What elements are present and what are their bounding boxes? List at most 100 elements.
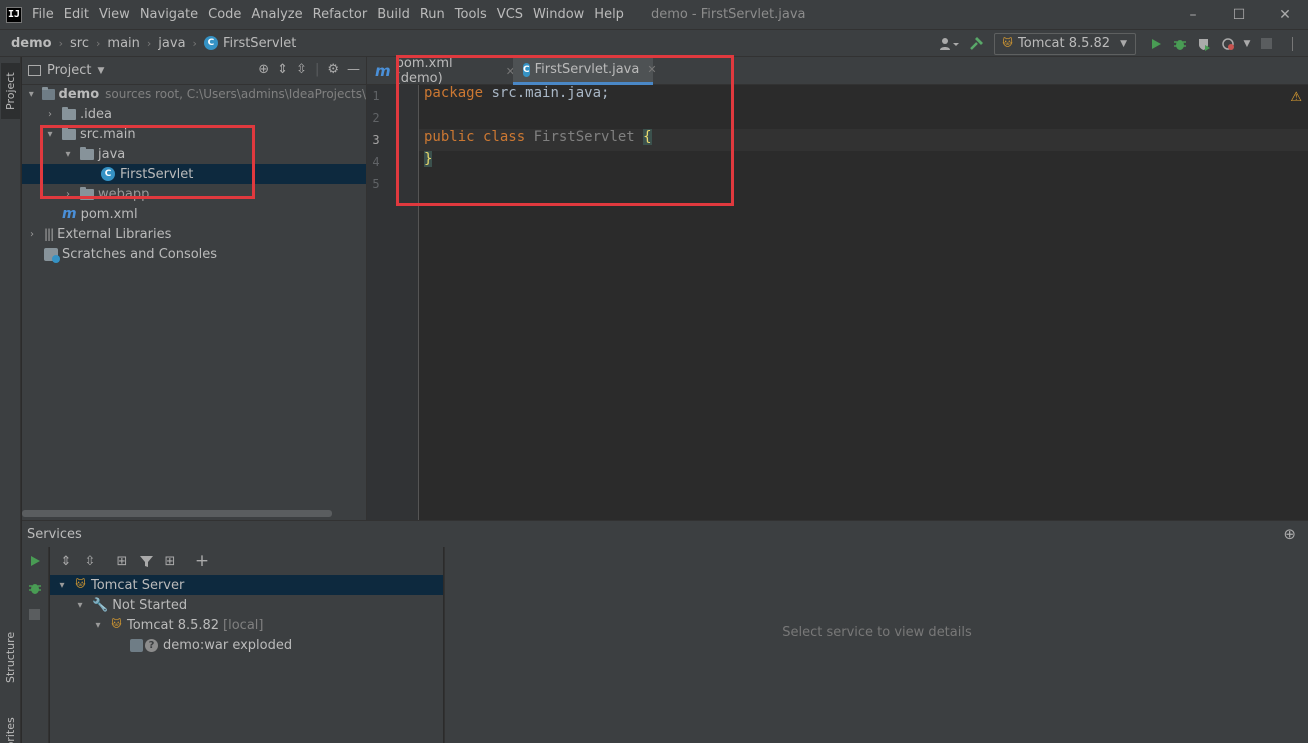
horizontal-scrollbar[interactable] xyxy=(22,510,332,517)
highlight-annotation-box xyxy=(396,55,734,206)
new-tab-icon[interactable]: ⊞ xyxy=(158,550,182,572)
locate-target-icon[interactable]: ⊕ xyxy=(1283,525,1296,543)
project-tab-label: Project xyxy=(4,72,17,110)
collapse-all-icon[interactable]: ⇳ xyxy=(78,550,102,572)
group-by-icon[interactable]: ⊞ xyxy=(110,550,134,572)
chevron-down-icon[interactable]: ▾ xyxy=(26,89,36,100)
services-toolbar: ⇕ ⇳ ⊞ ⊞ + xyxy=(50,547,443,575)
chevron-right-icon[interactable]: › xyxy=(26,229,38,240)
breadcrumb-main[interactable]: main xyxy=(107,36,139,51)
stop-icon[interactable] xyxy=(29,609,40,624)
menu-tools[interactable]: Tools xyxy=(455,7,487,22)
gear-icon[interactable]: ⚙ xyxy=(327,62,339,77)
services-panel-header: Services ⊕ xyxy=(22,520,1308,547)
menu-file[interactable]: File xyxy=(32,7,54,22)
expand-all-icon[interactable]: ⇕ xyxy=(54,550,78,572)
profile-icon[interactable] xyxy=(1216,33,1240,55)
favorites-tab-label: Favorites xyxy=(4,717,17,743)
menu-analyze[interactable]: Analyze xyxy=(251,7,302,22)
breadcrumb-firstservlet[interactable]: FirstServlet xyxy=(223,36,296,51)
service-row-label: Tomcat 8.5.82 xyxy=(127,617,220,633)
maximize-button[interactable]: ☐ xyxy=(1216,0,1262,29)
breadcrumb-src[interactable]: src xyxy=(70,36,89,51)
tree-item-label: demo xyxy=(58,86,100,102)
unknown-status-icon: ? xyxy=(145,638,158,652)
breadcrumb-separator-icon: › xyxy=(146,36,152,50)
service-row-not-started[interactable]: ▾ 🔧 Not Started xyxy=(50,595,443,615)
tomcat-icon: 🐱 xyxy=(111,619,122,630)
chevron-down-icon[interactable]: ▾ xyxy=(74,600,86,611)
run-configuration-select[interactable]: 🐱 Tomcat 8.5.82 ▼ xyxy=(994,32,1136,55)
tomcat-icon: 🐱 xyxy=(1002,37,1013,49)
service-row-tomcat-server[interactable]: ▾ 🐱 Tomcat Server xyxy=(50,575,443,595)
tree-item-external-libraries[interactable]: › ||| External Libraries xyxy=(22,224,366,244)
tree-item-idea[interactable]: › .idea xyxy=(22,104,366,124)
build-hammer-icon[interactable] xyxy=(964,33,988,55)
menu-refactor[interactable]: Refactor xyxy=(313,7,368,22)
service-row-label: Tomcat Server xyxy=(91,577,185,593)
main-toolbar: 🐱 Tomcat 8.5.82 ▼ ▼ xyxy=(934,30,1308,57)
user-account-icon[interactable] xyxy=(934,33,964,55)
menu-code[interactable]: Code xyxy=(208,7,241,22)
hide-panel-icon[interactable]: — xyxy=(347,62,360,77)
menu-navigate[interactable]: Navigate xyxy=(140,7,198,22)
line-number: 1 xyxy=(372,89,380,103)
maven-icon: m xyxy=(375,62,391,80)
menu-vcs[interactable]: VCS xyxy=(497,7,523,22)
stop-icon[interactable] xyxy=(1254,33,1278,55)
line-number: 3 xyxy=(372,133,380,147)
more-run-options-icon[interactable]: ▼ xyxy=(1240,33,1254,55)
structure-tool-tab[interactable]: Structure xyxy=(1,627,20,687)
menu-run[interactable]: Run xyxy=(420,7,445,22)
project-tool-tab[interactable]: Project xyxy=(1,63,20,119)
breadcrumb-separator-icon: › xyxy=(58,36,64,50)
menu-view[interactable]: View xyxy=(99,7,130,22)
service-row-tomcat-local[interactable]: ▾ 🐱 Tomcat 8.5.82 [local] xyxy=(50,615,443,635)
tree-item-demo[interactable]: ▾ demo sources root, C:\Users\admins\Ide… xyxy=(22,84,366,104)
minimize-button[interactable]: – xyxy=(1170,0,1216,29)
collapse-all-icon[interactable]: ⇳ xyxy=(296,62,307,77)
coverage-icon[interactable] xyxy=(1192,33,1216,55)
run-configuration-label: Tomcat 8.5.82 xyxy=(1018,36,1111,51)
highlight-annotation-box xyxy=(40,125,255,199)
intellij-logo-icon: IJ xyxy=(6,6,22,23)
artifact-icon xyxy=(130,638,143,652)
toolbar-divider: | xyxy=(314,62,320,77)
line-number: 4 xyxy=(372,155,380,169)
close-window-button[interactable]: ✕ xyxy=(1262,0,1308,29)
filter-icon[interactable] xyxy=(134,550,158,572)
chevron-down-icon: ▼ xyxy=(1120,38,1127,49)
menu-build[interactable]: Build xyxy=(377,7,410,22)
debug-icon[interactable] xyxy=(1168,33,1192,55)
project-view-icon xyxy=(28,65,41,76)
chevron-down-icon[interactable]: ▾ xyxy=(56,580,68,591)
chevron-down-icon[interactable]: ▾ xyxy=(92,620,104,631)
menu-bar: IJ File Edit View Navigate Code Analyze … xyxy=(0,0,1308,29)
scratches-icon xyxy=(44,247,60,263)
run-icon[interactable] xyxy=(29,555,41,571)
favorites-tool-tab[interactable]: Favorites xyxy=(1,717,20,743)
add-service-icon[interactable]: + xyxy=(190,550,214,572)
locate-target-icon[interactable]: ⊕ xyxy=(258,62,269,77)
chevron-right-icon[interactable]: › xyxy=(44,109,56,120)
wrench-icon: 🔧 xyxy=(92,597,109,613)
tree-item-scratches[interactable]: Scratches and Consoles xyxy=(22,244,366,264)
menu-help[interactable]: Help xyxy=(594,7,624,22)
services-side-toolbar xyxy=(22,547,49,743)
chevron-down-icon[interactable]: ▼ xyxy=(97,66,104,76)
debug-icon[interactable] xyxy=(28,581,42,599)
project-panel: Project ▼ ⊕ ⇕ ⇳ | ⚙ — ▾ demo sources roo… xyxy=(22,57,366,520)
breadcrumb-demo[interactable]: demo xyxy=(11,36,52,51)
run-icon[interactable] xyxy=(1144,33,1168,55)
breadcrumb-java[interactable]: java xyxy=(158,36,185,51)
menu-window[interactable]: Window xyxy=(533,7,584,22)
service-row-demo-war[interactable]: ? demo:war exploded xyxy=(50,635,443,655)
menu-edit[interactable]: Edit xyxy=(64,7,89,22)
warning-icon[interactable]: ⚠ xyxy=(1290,90,1302,105)
expand-all-icon[interactable]: ⇕ xyxy=(277,62,288,77)
line-number: 5 xyxy=(372,177,380,191)
service-row-tag: [local] xyxy=(223,617,264,633)
project-view-select[interactable]: Project xyxy=(47,63,91,78)
tree-item-pom[interactable]: m pom.xml xyxy=(22,204,366,224)
toolbar-overflow-icon[interactable] xyxy=(1278,33,1308,55)
